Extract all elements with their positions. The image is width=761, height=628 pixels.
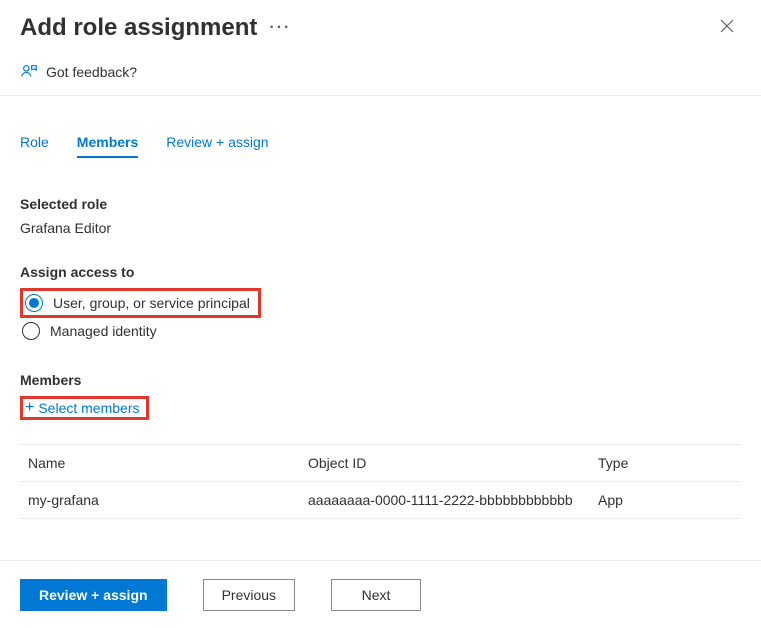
footer-bar: Review + assign Previous Next: [0, 560, 761, 628]
radio-managed-identity[interactable]: Managed identity: [20, 318, 159, 344]
feedback-label: Got feedback?: [46, 64, 137, 80]
col-name: Name: [28, 455, 308, 471]
tab-members[interactable]: Members: [77, 134, 138, 158]
feedback-icon: [20, 63, 38, 81]
page-title-wrap: Add role assignment ···: [20, 14, 291, 42]
members-table: Name Object ID Type my-grafana aaaaaaaa-…: [20, 444, 741, 519]
radio-label: Managed identity: [50, 323, 157, 339]
radio-user-group-sp[interactable]: User, group, or service principal: [20, 288, 261, 318]
page-title: Add role assignment: [20, 14, 257, 42]
cell-object-id: aaaaaaaa-0000-1111-2222-bbbbbbbbbbbb: [308, 492, 598, 508]
panel-header: Add role assignment ···: [0, 0, 761, 51]
cell-type: App: [598, 492, 733, 508]
cell-name: my-grafana: [28, 492, 308, 508]
assign-access-heading: Assign access to: [20, 264, 741, 280]
select-members-link[interactable]: + Select members: [20, 396, 149, 420]
radio-icon: [22, 322, 40, 340]
plus-icon: +: [25, 400, 34, 416]
more-icon[interactable]: ···: [269, 19, 291, 37]
content-scroll[interactable]: Role Members Review + assign Selected ro…: [0, 114, 761, 560]
tab-bar: Role Members Review + assign: [20, 114, 741, 168]
table-header: Name Object ID Type: [20, 444, 741, 482]
review-assign-button[interactable]: Review + assign: [20, 579, 167, 611]
col-object-id: Object ID: [308, 455, 598, 471]
selected-role-heading: Selected role: [20, 196, 741, 212]
tab-role[interactable]: Role: [20, 134, 49, 158]
col-type: Type: [598, 455, 733, 471]
close-icon: [719, 18, 735, 34]
tab-review[interactable]: Review + assign: [166, 134, 268, 158]
members-heading: Members: [20, 372, 741, 388]
radio-icon: [25, 294, 43, 312]
next-button[interactable]: Next: [331, 579, 421, 611]
assign-access-radio-group: User, group, or service principal Manage…: [20, 288, 741, 344]
close-button[interactable]: [713, 12, 741, 43]
radio-label: User, group, or service principal: [53, 295, 250, 311]
select-members-label: Select members: [38, 400, 139, 416]
selected-role-value: Grafana Editor: [20, 220, 741, 236]
table-row[interactable]: my-grafana aaaaaaaa-0000-1111-2222-bbbbb…: [20, 482, 741, 519]
previous-button[interactable]: Previous: [203, 579, 295, 611]
feedback-link[interactable]: Got feedback?: [0, 51, 761, 96]
